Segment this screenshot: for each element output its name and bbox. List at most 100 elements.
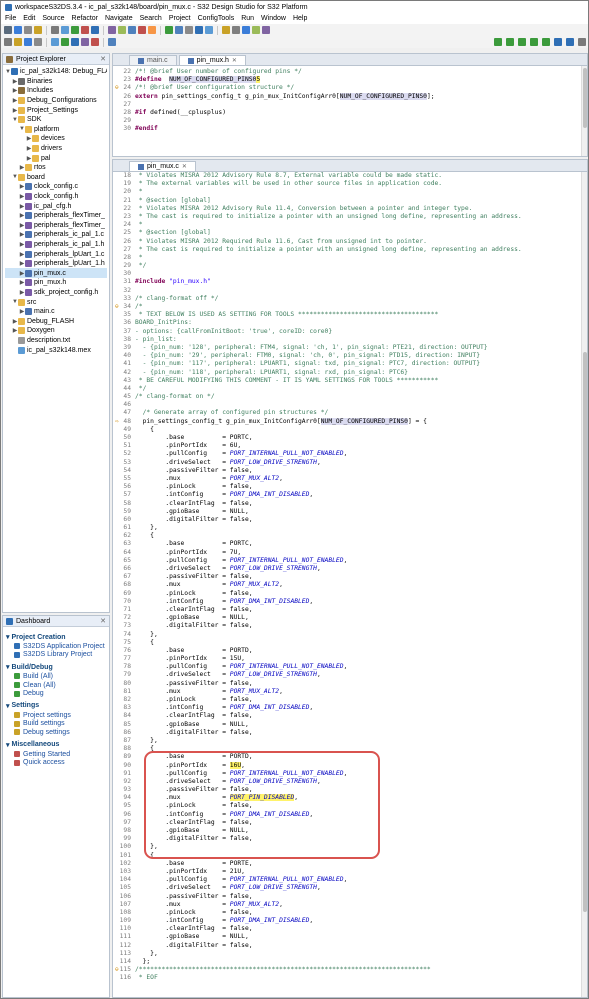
tree-item[interactable]: ▼ SDK [5, 115, 107, 125]
dashboard-link[interactable]: Build (All) [6, 672, 107, 681]
tree-item[interactable]: ▶ pal [5, 153, 107, 163]
menu-item-search[interactable]: Search [140, 15, 162, 22]
tree-item[interactable]: ▶ Doxygen [5, 326, 107, 336]
code-line[interactable]: 45 /* clang-format on */ [113, 393, 581, 401]
toolbar-button-icon[interactable] [252, 26, 260, 34]
menu-item-edit[interactable]: Edit [23, 15, 35, 22]
fold-marker-icon[interactable]: ⊖ [115, 303, 119, 311]
editor-tab[interactable]: pin_mux.h ✕ [178, 55, 246, 65]
header-vertical-scrollbar[interactable] [581, 66, 587, 156]
code-line[interactable]: 46 [113, 401, 581, 409]
dashboard-section-0[interactable]: ▾ Project Creation [6, 632, 107, 642]
code-line[interactable]: 25 * @section [global] [113, 229, 581, 237]
code-line[interactable]: 22 * Violates MISRA 2012 Advisory Rule 1… [113, 205, 581, 213]
code-line[interactable]: 53 .driveSelect = PORT_LOW_DRIVE_STRENGT… [113, 459, 581, 467]
code-line[interactable]: 43 * BE CAREFUL MODIFYING THIS COMMENT -… [113, 377, 581, 385]
code-line[interactable]: 68 .mux = PORT_MUX_ALT2, [113, 581, 581, 589]
code-line[interactable]: 70 .intConfig = PORT_DMA_INT_DISABLED, [113, 598, 581, 606]
code-line[interactable]: 22 /*! @brief User number of configured p… [113, 68, 581, 76]
tree-item[interactable]: ▼ board [5, 173, 107, 183]
code-line[interactable]: 86 .digitalFilter = false, [113, 729, 581, 737]
code-line[interactable]: 74 }, [113, 631, 581, 639]
dashboard-link[interactable]: Build settings [6, 720, 107, 729]
code-line[interactable]: 38 - pin_list: [113, 336, 581, 344]
code-line[interactable]: 40 - {pin_num: '29', peripheral: FTM0, s… [113, 352, 581, 360]
tree-item[interactable]: ▶ pin_mux.c [5, 268, 107, 279]
toolbar-button-icon[interactable] [24, 26, 32, 34]
code-line[interactable]: 18 * Violates MISRA 2012 Advisory Rule 8… [113, 172, 581, 180]
code-line[interactable]: 47 /* Generate array of configured pin s… [113, 409, 581, 417]
tree-item[interactable]: ▼ic_pal_s32k148: Debug_FLASH [5, 67, 107, 77]
code-line[interactable]: 60 .digitalFilter = false, [113, 516, 581, 524]
tree-item[interactable]: ▶ Debug_FLASH [5, 316, 107, 326]
code-line[interactable]: ⊖ 115 /***********************************… [113, 966, 581, 974]
tree-item[interactable]: ▶ peripherals_flexTimer_ [5, 221, 107, 231]
dashboard-link[interactable]: S32DS Library Project [6, 651, 107, 660]
code-line[interactable]: 57 .intConfig = PORT_DMA_INT_DISABLED, [113, 491, 581, 499]
dashboard-link[interactable]: Project settings [6, 711, 107, 720]
code-line[interactable]: 66 .driveSelect = PORT_LOW_DRIVE_STRENGT… [113, 565, 581, 573]
code-line[interactable]: 41 - {pin_num: '117', peripheral: LPUART… [113, 360, 581, 368]
dashboard-link[interactable]: Debug settings [6, 728, 107, 737]
code-line[interactable]: 65 .pullConfig = PORT_INTERNAL_PULL_NOT_… [113, 557, 581, 565]
tree-item[interactable]: ▶ ic_pal_cfg.h [5, 201, 107, 211]
toolbar-button-icon[interactable] [34, 26, 42, 34]
dashboard-link[interactable]: Getting Started [6, 750, 107, 759]
close-tab-icon[interactable]: ✕ [232, 57, 237, 64]
perspective-icon[interactable] [566, 38, 574, 46]
perspective-icon[interactable] [530, 38, 538, 46]
code-line[interactable]: 28 #if defined(__cplusplus) [113, 109, 581, 117]
code-line[interactable]: 19 * The external variables will be used… [113, 180, 581, 188]
toolbar-button-icon[interactable] [4, 38, 12, 46]
toolbar-button-icon[interactable] [4, 26, 12, 34]
code-line[interactable]: 54 .passiveFilter = false, [113, 467, 581, 475]
code-line[interactable]: 61 }, [113, 524, 581, 532]
toolbar-button-icon[interactable] [222, 26, 230, 34]
fold-marker-icon[interactable]: ⊖ [115, 966, 119, 974]
code-line[interactable]: 50 .base = PORTC, [113, 434, 581, 442]
code-line[interactable]: 64 .pinPortIdx = 7U, [113, 549, 581, 557]
toolbar-button-icon[interactable] [71, 38, 79, 46]
code-line[interactable]: 110 .clearIntFlag = false, [113, 925, 581, 933]
toolbar-button-icon[interactable] [51, 38, 59, 46]
code-line[interactable]: 81 .mux = PORT_MUX_ALT2, [113, 688, 581, 696]
code-line[interactable]: 59 .gpioBase = NULL, [113, 508, 581, 516]
code-line[interactable]: 20 * [113, 188, 581, 196]
code-line[interactable]: 29 [113, 117, 581, 125]
code-line[interactable]: 39 - {pin_num: '128', peripheral: FTM4, … [113, 344, 581, 352]
code-line[interactable]: 107 .mux = PORT_MUX_ALT2, [113, 901, 581, 909]
tree-item[interactable]: ▶ peripherals_lpUart_1.c [5, 249, 107, 259]
code-line[interactable]: 35 * TEXT BELOW IS USED AS SETTING FOR T… [113, 311, 581, 319]
toolbar-button-icon[interactable] [81, 38, 89, 46]
perspective-icon[interactable] [518, 38, 526, 46]
dashboard-link[interactable]: S32DS Application Project [6, 642, 107, 651]
menu-item-navigate[interactable]: Navigate [105, 15, 133, 22]
toolbar-button-icon[interactable] [195, 26, 203, 34]
editor-tab[interactable]: pin_mux.c ✕ [129, 161, 196, 171]
code-line[interactable]: 56 .pinLock = false, [113, 483, 581, 491]
code-line[interactable]: 87 }, [113, 737, 581, 745]
code-line[interactable]: 116 * EOF [113, 974, 581, 982]
code-line[interactable]: 76 .base = PORTD, [113, 647, 581, 655]
toolbar-button-icon[interactable] [71, 26, 79, 34]
toolbar-button-icon[interactable] [262, 26, 270, 34]
toolbar-button-icon[interactable] [118, 26, 126, 34]
source-code-area[interactable]: 18 * Violates MISRA 2012 Advisory Rule 8… [113, 172, 581, 983]
tree-item[interactable]: ▶ Binaries [5, 77, 107, 87]
code-line[interactable]: 26 * Violates MISRA 2012 Required Rule 1… [113, 238, 581, 246]
code-line[interactable]: 83 .intConfig = PORT_DMA_INT_DISABLED, [113, 704, 581, 712]
tree-item[interactable]: ▼ src [5, 297, 107, 307]
tree-item[interactable]: ▶ main.c [5, 307, 107, 317]
code-line[interactable]: 32 [113, 287, 581, 295]
code-line[interactable]: 37 - options: {callFromInitBoot: 'true', … [113, 328, 581, 336]
code-line[interactable]: 85 .gpioBase = NULL, [113, 721, 581, 729]
code-line[interactable]: 106 .passiveFilter = false, [113, 893, 581, 901]
code-line[interactable]: 55 .mux = PORT_MUX_ALT2, [113, 475, 581, 483]
tree-item[interactable]: ▶ peripherals_flexTimer_ [5, 211, 107, 221]
perspective-icon[interactable] [506, 38, 514, 46]
code-line[interactable]: 51 .pinPortIdx = 6U, [113, 442, 581, 450]
code-line[interactable]: 79 .driveSelect = PORT_LOW_DRIVE_STRENGT… [113, 671, 581, 679]
toolbar-button-icon[interactable] [128, 26, 136, 34]
code-line[interactable]: 23 #define NUM_OF_CONFIGURED_PINS05 [113, 76, 581, 84]
code-line[interactable]: 42 - {pin_num: '118', peripheral: LPUART… [113, 369, 581, 377]
